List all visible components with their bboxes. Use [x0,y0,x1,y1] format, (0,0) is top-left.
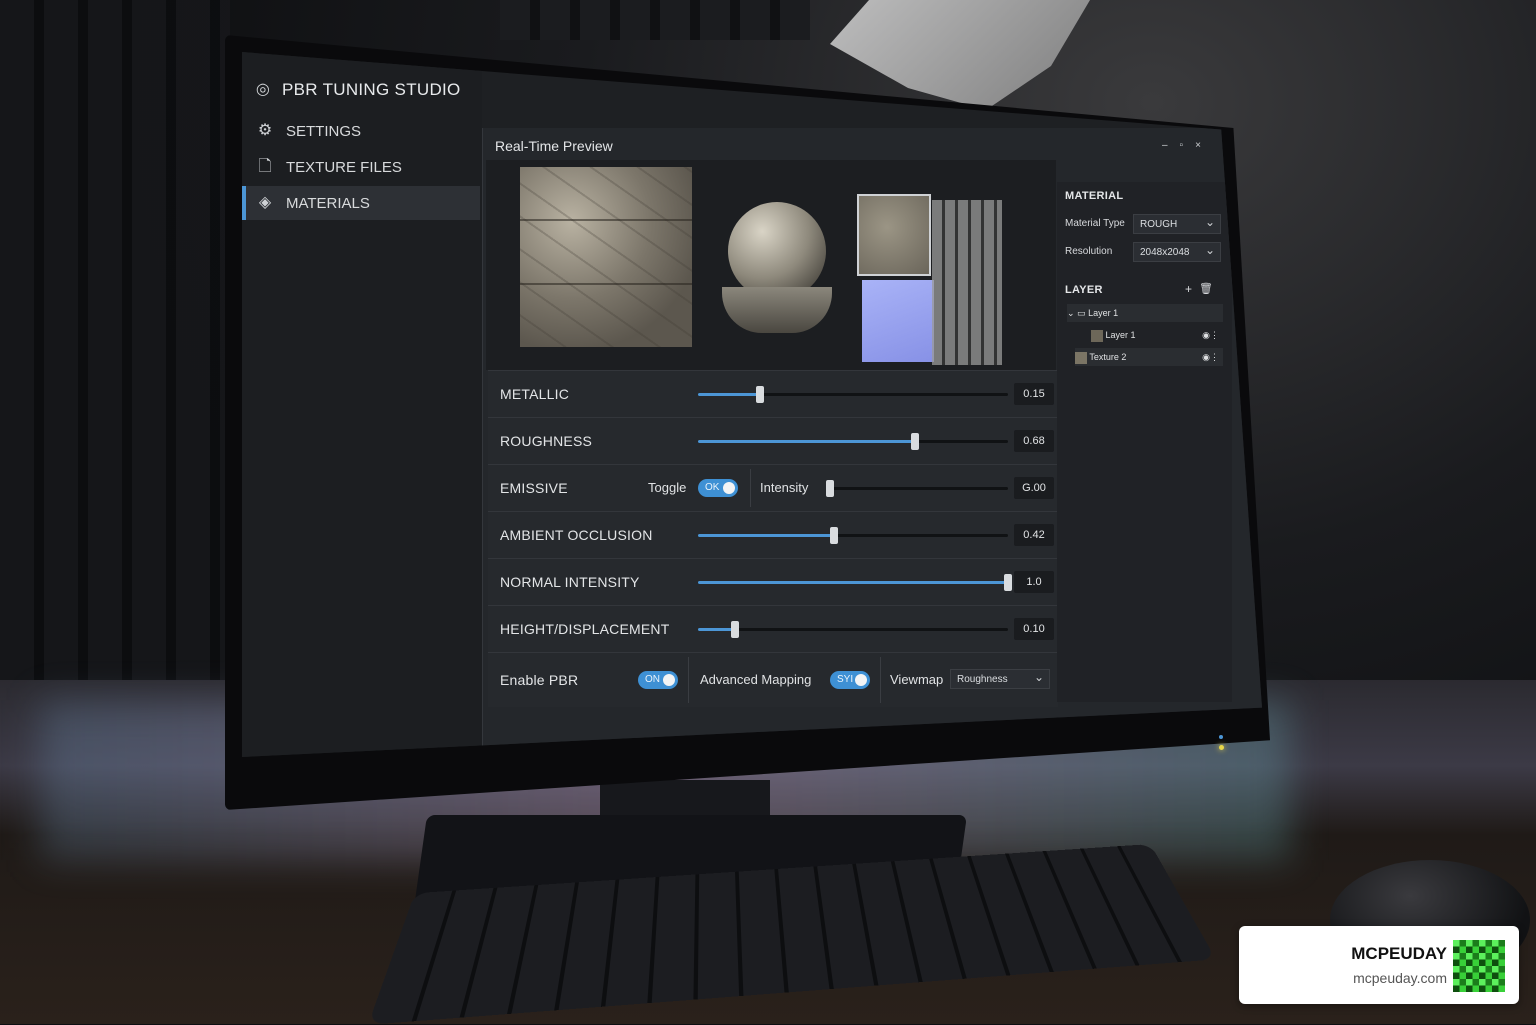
layer-row[interactable]: Layer 1 ◉⋮ [1091,326,1223,344]
height-label: HEIGHT/DISPLACEMENT [500,621,670,637]
height-slider[interactable] [698,621,1008,638]
sidebar: ◎ PBR TUNING STUDIO ⚙ SETTINGS 🗋 TEXTURE… [242,52,482,757]
texture-preview-stone[interactable] [520,167,692,347]
acoustic-foam-left [0,0,230,700]
emissive-value[interactable]: G.00 [1014,477,1054,499]
properties-panel: MATERIAL Material Type ROUGH Resolution … [1057,182,1232,702]
height-value[interactable]: 0.10 [1014,618,1054,640]
monitor-power-led [1219,745,1224,750]
roughness-slider-fill [698,440,915,443]
normal-slider-thumb[interactable] [1004,574,1012,591]
advanced-mapping-label: Advanced Mapping [700,672,812,687]
material-heading: MATERIAL [1065,190,1124,202]
texture-atlas-normal[interactable] [862,280,934,362]
app-title: PBR TUNING STUDIO [282,80,461,99]
enable-pbr-label: Enable PBR [500,672,579,688]
roughness-slider[interactable] [698,433,1008,450]
sidebar-item-settings[interactable]: ⚙ SETTINGS [242,114,480,148]
layer-name: Layer 1 [1105,330,1136,340]
texture-atlas-albedo[interactable] [857,194,931,276]
texture-atlas-grid[interactable] [932,200,1002,365]
sidebar-item-label: TEXTURE FILES [286,158,402,176]
slider-row-ao: AMBIENT OCCLUSION 0.42 [488,511,1058,558]
emissive-intensity-slider[interactable] [826,480,1008,497]
window-controls[interactable]: –▫× [1162,140,1213,151]
layer-thumbnail [1075,351,1087,364]
divider [750,469,751,507]
layer-thumbnail [1091,329,1103,342]
layer-heading: LAYER [1065,284,1103,296]
app-logo-icon: ◎ [255,81,271,98]
add-layer-icon[interactable]: + [1185,282,1192,296]
ao-label: AMBIENT OCCLUSION [500,527,653,543]
acoustic-foam-top [500,0,810,40]
watermark-badge: MCPEUDAY mcpeuday.com [1239,926,1519,1004]
ao-slider-fill [698,534,835,537]
folder-icon: ▭ [1077,308,1089,318]
enable-pbr-toggle[interactable]: ON [638,671,678,689]
monitor-led-blue [1219,735,1223,739]
delete-layer-icon[interactable]: 🗑 [1199,282,1213,295]
preview-title: Real-Time Preview [495,138,613,154]
slider-row-height: HEIGHT/DISPLACEMENT 0.10 [488,605,1058,652]
resolution-dropdown[interactable]: 2048x2048 [1133,240,1221,262]
metallic-label: METALLIC [500,386,570,402]
normal-label: NORMAL INTENSITY [500,574,640,590]
metallic-slider-fill [698,393,760,396]
ao-value[interactable]: 0.42 [1014,524,1054,546]
sidebar-item-texture-files[interactable]: 🗋 TEXTURE FILES [242,150,480,184]
layer-row[interactable]: Texture 2 ◉⋮ [1075,348,1223,366]
chevron-down-icon: ⌄ [1067,308,1075,318]
emissive-label: EMISSIVE [500,480,568,496]
sidebar-item-label: MATERIALS [286,194,370,212]
material-type-label: Material Type [1065,218,1125,229]
emissive-slider-thumb[interactable] [826,480,834,497]
creeper-logo-icon [1453,940,1505,992]
normal-slider[interactable] [698,574,1012,591]
roughness-value[interactable]: 0.68 [1014,430,1054,452]
material-type-dropdown[interactable]: ROUGH [1133,212,1221,234]
eye-icon[interactable]: ◉⋮ [1202,348,1219,366]
height-slider-fill [698,628,736,631]
metallic-value[interactable]: 0.15 [1014,383,1054,405]
file-icon: 🗋 [258,158,272,175]
resolution-label: Resolution [1065,246,1113,257]
emissive-toggle[interactable]: OK [698,479,738,497]
viewmap-dropdown[interactable]: Roughness [950,667,1050,689]
advanced-mapping-toggle[interactable]: SYI [830,671,870,689]
height-slider-thumb[interactable] [731,621,740,638]
eye-icon[interactable]: ◉⋮ [1202,326,1219,344]
ao-slider-thumb[interactable] [830,527,839,544]
sidebar-item-materials[interactable]: ◈ MATERIALS [242,186,480,220]
slider-row-roughness: ROUGHNESS 0.68 [488,417,1058,464]
app-window: ◎ PBR TUNING STUDIO ⚙ SETTINGS 🗋 TEXTURE… [242,52,1262,757]
metallic-slider[interactable] [698,386,1008,403]
options-row: Enable PBR ON Advanced Mapping SYI Viewm… [488,652,1058,707]
layer-folder-row[interactable]: ⌄ ▭ Layer 1 [1067,304,1223,322]
emissive-toggle-label: Toggle [648,480,687,495]
layer-name: Layer 1 [1088,308,1119,318]
layer-name: Texture 2 [1089,352,1127,362]
roughness-slider-thumb[interactable] [911,433,919,450]
app-brand: ◎ PBR TUNING STUDIO [254,80,461,100]
divider [688,657,689,703]
slider-row-emissive: EMISSIVE Toggle OK Intensity G.00 [488,464,1058,511]
slider-row-normal: NORMAL INTENSITY 1.0 [488,558,1058,605]
intensity-label: Intensity [760,480,809,495]
roughness-label: ROUGHNESS [500,433,593,449]
sidebar-item-label: SETTINGS [286,122,362,140]
gear-icon: ⚙ [257,122,273,139]
viewmap-label: Viewmap [890,672,944,687]
divider [880,657,881,703]
normal-slider-fill [698,581,1008,584]
normal-value[interactable]: 1.0 [1014,571,1054,593]
metallic-slider-thumb[interactable] [756,386,764,403]
watermark-title: MCPEUDAY [1351,944,1447,963]
ao-slider[interactable] [698,527,1008,544]
slider-row-metallic: METALLIC 0.15 [488,370,1058,417]
material-preview-sphere[interactable] [728,202,826,300]
watermark-url: mcpeuday.com [1353,970,1447,986]
layers-icon: ◈ [258,194,272,211]
